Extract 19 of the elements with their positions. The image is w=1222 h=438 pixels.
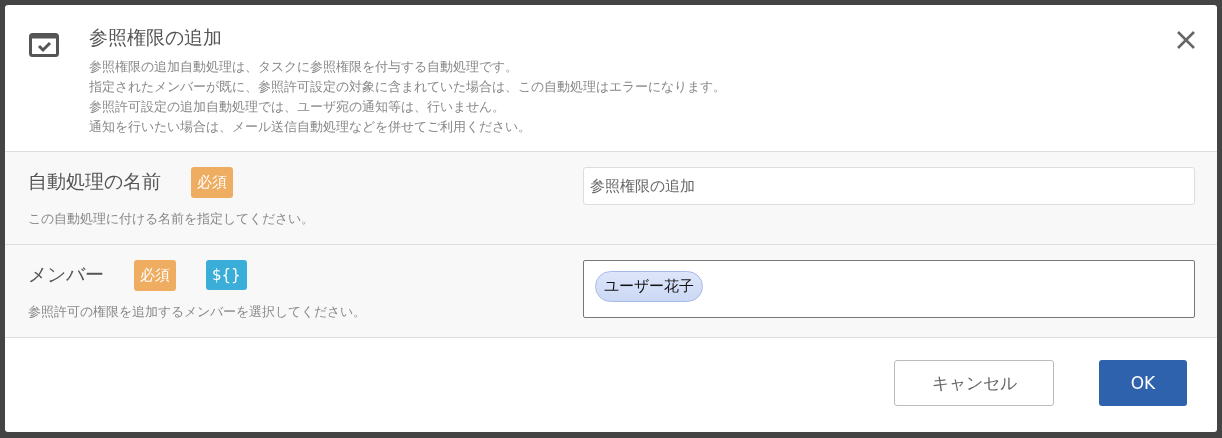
member-tag[interactable]: ユーザー花子	[595, 271, 703, 302]
description-line: 参照許可設定の追加自動処理では、ユーザ宛の通知等は、行いません。	[89, 98, 506, 116]
required-badge: 必須	[191, 166, 233, 198]
field-hint: この自動処理に付ける名前を指定してください。	[28, 210, 315, 228]
close-button[interactable]	[1175, 29, 1197, 51]
name-input-field[interactable]: 参照権限の追加	[583, 167, 1195, 205]
field-label: 自動処理の名前	[28, 169, 161, 194]
cancel-button[interactable]: キャンセル	[894, 360, 1054, 406]
close-icon	[1176, 30, 1196, 50]
checkbox-window-icon	[29, 33, 59, 57]
field-hint: 参照許可の権限を追加するメンバーを選択してください。	[28, 303, 367, 321]
description-line: 参照権限の追加自動処理は、タスクに参照権限を付与する自動処理です。	[89, 58, 519, 76]
description-line: 通知を行いたい場合は、メール送信自動処理などを併せてご利用ください。	[89, 118, 532, 136]
description-line: 指定されたメンバーが既に、参照許可設定の対象に含まれていた場合は、この自動処理はエラーになります。	[89, 78, 727, 96]
field-label: メンバー	[28, 262, 104, 287]
ok-button[interactable]: OK	[1099, 360, 1187, 406]
member-input-field[interactable]: ユーザー花子	[583, 260, 1195, 318]
dialog-title: 参照権限の追加	[89, 25, 223, 50]
required-badge: 必須	[134, 259, 176, 291]
